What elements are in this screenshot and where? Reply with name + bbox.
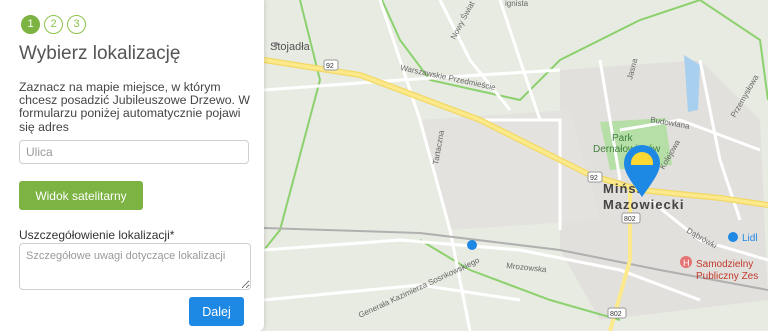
step-indicator: 1 2 3 [21, 15, 86, 34]
street-input[interactable] [19, 140, 249, 164]
next-button[interactable]: Dalej [189, 297, 244, 326]
urban-area [420, 110, 600, 230]
road-badge-label: 92 [326, 63, 334, 70]
satellite-view-button[interactable]: Widok satelitarny [19, 181, 143, 210]
street-label: ignista [505, 0, 529, 8]
details-label: Uszczegółowienie lokalizacji* [19, 228, 175, 242]
instructions-text: Zaznacz na mapie miejsce, w którym chces… [19, 80, 250, 134]
step-2[interactable]: 2 [44, 15, 63, 34]
train-station-icon [467, 240, 477, 250]
step-3[interactable]: 3 [67, 15, 86, 34]
place-dot [274, 42, 278, 46]
road-badge-label: 802 [610, 311, 622, 318]
park-label-line1: Park [612, 133, 634, 144]
page-title: Wybierz lokalizację [19, 43, 181, 64]
shop-icon [728, 232, 738, 242]
svg-text:H: H [683, 258, 690, 268]
hospital-label-line1: Samodzielny [696, 259, 753, 270]
step-1[interactable]: 1 [21, 15, 40, 34]
details-textarea[interactable] [19, 243, 251, 290]
hospital-label-line2: Publiczny Zes [696, 271, 758, 282]
location-wizard-panel: 1 2 3 Wybierz lokalizację Zaznacz na map… [0, 0, 264, 331]
road-badge-label: 92 [590, 175, 598, 182]
lidl-label: Lidl [742, 233, 758, 244]
road-badge-label: 802 [624, 216, 636, 223]
city-label-line2: Mazowiecki [603, 197, 685, 212]
